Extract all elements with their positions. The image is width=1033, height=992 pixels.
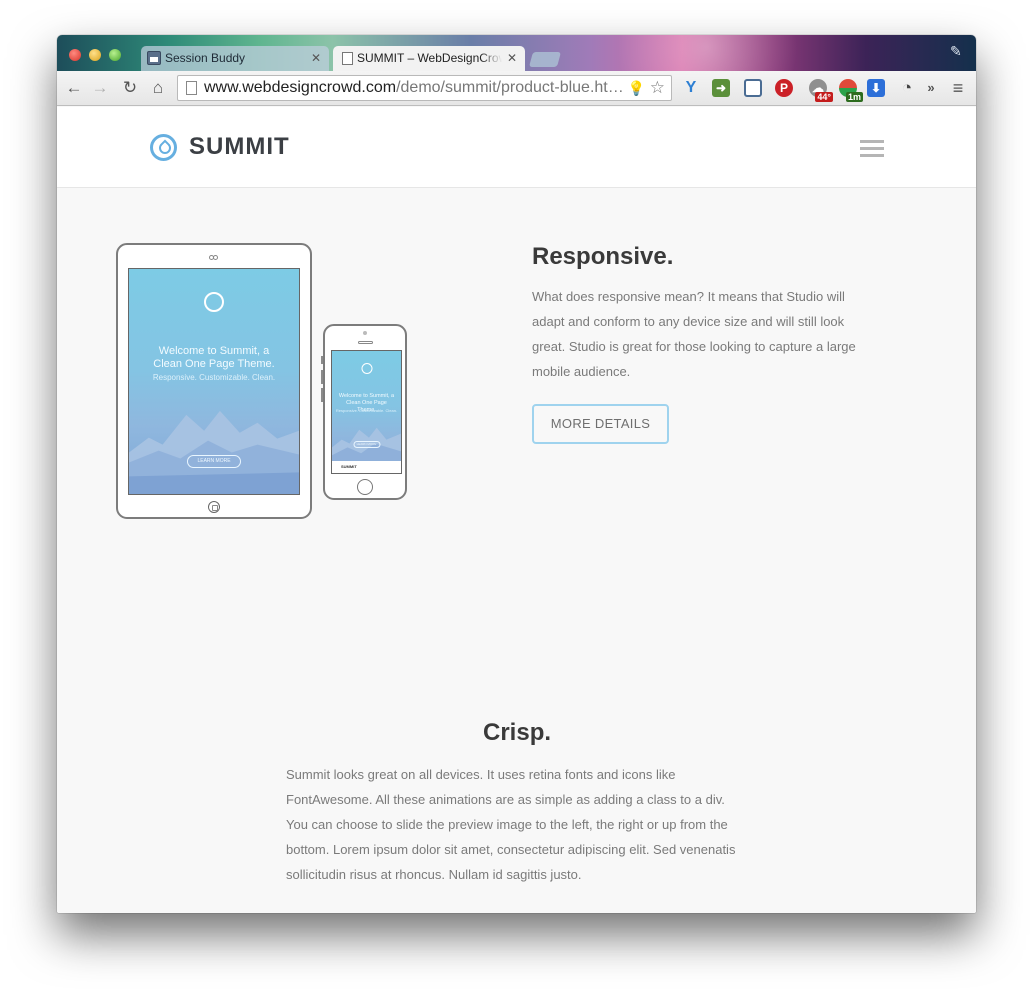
phone-speaker <box>358 341 373 344</box>
tab-session-buddy[interactable]: Session Buddy ✕ <box>141 46 329 71</box>
new-tab-button[interactable] <box>528 52 562 67</box>
vimeo-like-extension-icon[interactable]: Y <box>682 79 700 97</box>
tab-label: SUMMIT – WebDesignCrowd <box>357 51 502 65</box>
tablet-screen-subtitle: Responsive. Customizable. Clean. <box>152 373 276 382</box>
user-profile-icon[interactable]: ✎ <box>950 43 966 61</box>
crisp-text: Summit looks great on all devices. It us… <box>286 767 736 882</box>
download-icon[interactable]: ⬇ <box>867 79 885 97</box>
zoom-window-button[interactable] <box>109 49 121 61</box>
share-extension-icon[interactable]: ➜ <box>712 79 730 97</box>
tab-close-icon[interactable]: ✕ <box>311 46 321 71</box>
url-path: /demo/summit/product-blue.ht… <box>396 79 624 96</box>
lightbulb-icon[interactable]: 💡 <box>628 76 645 100</box>
tab-bar: Session Buddy ✕ SUMMIT – WebDesignCrowd … <box>57 35 976 71</box>
tablet-screen-title: Welcome to Summit, a Clean One Page Them… <box>153 345 275 370</box>
forward-arrow-icon[interactable]: → <box>89 77 111 99</box>
close-window-button[interactable] <box>69 49 81 61</box>
phone-mockup: Welcome to Summit, a Clean One Page Them… <box>321 324 407 500</box>
weather-badge: 44° <box>815 92 833 102</box>
minimize-window-button[interactable] <box>89 49 101 61</box>
tablet-home-button <box>208 501 220 513</box>
address-bar[interactable]: www.webdesigncrowd.com/demo/summit/produ… <box>177 75 672 101</box>
page-icon <box>342 52 353 65</box>
browser-toolbar: ← → ↻ ⌂ www.webdesigncrowd.com/demo/summ… <box>57 71 976 106</box>
tab-manager-extension-icon[interactable] <box>744 79 762 97</box>
tablet-learn-more: LEARN MORE <box>187 455 241 468</box>
clock-icon[interactable]: ◔ <box>898 79 916 97</box>
tablet-screen: Welcome to Summit, a Clean One Page Them… <box>128 268 300 495</box>
crisp-heading: Crisp. <box>483 719 552 746</box>
logo-text: SUMMIT <box>189 133 290 160</box>
pinterest-icon[interactable]: P <box>775 79 793 97</box>
browser-window: Session Buddy ✕ SUMMIT – WebDesignCrowd … <box>57 35 976 913</box>
page-icon <box>186 81 197 95</box>
screen-logo-icon <box>204 292 224 312</box>
back-arrow-icon[interactable]: ← <box>63 77 85 99</box>
hamburger-menu-icon[interactable] <box>860 140 884 157</box>
chrome-menu-icon[interactable]: ≡ <box>949 79 967 97</box>
tab-summit[interactable]: SUMMIT – WebDesignCrowd ✕ <box>333 46 525 71</box>
phone-screen: Welcome to Summit, a Clean One Page Them… <box>331 350 402 474</box>
tablet-camera <box>209 255 218 260</box>
responsive-heading: Responsive. <box>532 243 674 270</box>
weather-extension-icon[interactable]: ☁ 44° <box>809 79 833 102</box>
mountains-graphic <box>129 410 299 494</box>
screen-logo-icon <box>361 363 372 374</box>
reload-icon[interactable]: ↻ <box>119 77 141 99</box>
url-host: www.webdesigncrowd.com <box>204 79 397 96</box>
home-icon[interactable]: ⌂ <box>147 77 169 99</box>
phone-side-button <box>321 388 323 402</box>
more-details-button[interactable]: MORE DETAILS <box>532 404 669 444</box>
compass-logo-icon <box>150 133 177 161</box>
tab-close-icon[interactable]: ✕ <box>507 46 517 71</box>
bookmark-star-icon[interactable]: ☆ <box>650 76 665 100</box>
phone-screen-bar: SUMMIT <box>332 461 401 473</box>
tablet-mockup: Welcome to Summit, a Clean One Page Them… <box>116 243 312 519</box>
tab-label: Session Buddy <box>165 51 246 65</box>
phone-side-button <box>321 370 323 384</box>
timer-extension-icon[interactable]: 1m <box>839 79 863 102</box>
phone-learn-more: LEARN MORE <box>353 441 380 448</box>
phone-screen-subtitle: Responsive. Customizable. Clean. <box>335 408 398 413</box>
session-buddy-icon <box>147 51 161 65</box>
site-header: SUMMIT <box>57 107 976 188</box>
timer-badge: 1m <box>845 92 863 102</box>
phone-camera <box>363 331 367 335</box>
phone-side-button <box>321 356 323 364</box>
web-page: SUMMIT Welcome to Summit, a Clean One Pa… <box>57 107 976 913</box>
site-logo[interactable]: SUMMIT <box>150 133 290 161</box>
phone-home-button <box>357 479 373 495</box>
more-extensions-icon[interactable]: » <box>925 79 937 97</box>
responsive-text: What does responsive mean? It means that… <box>532 289 856 379</box>
